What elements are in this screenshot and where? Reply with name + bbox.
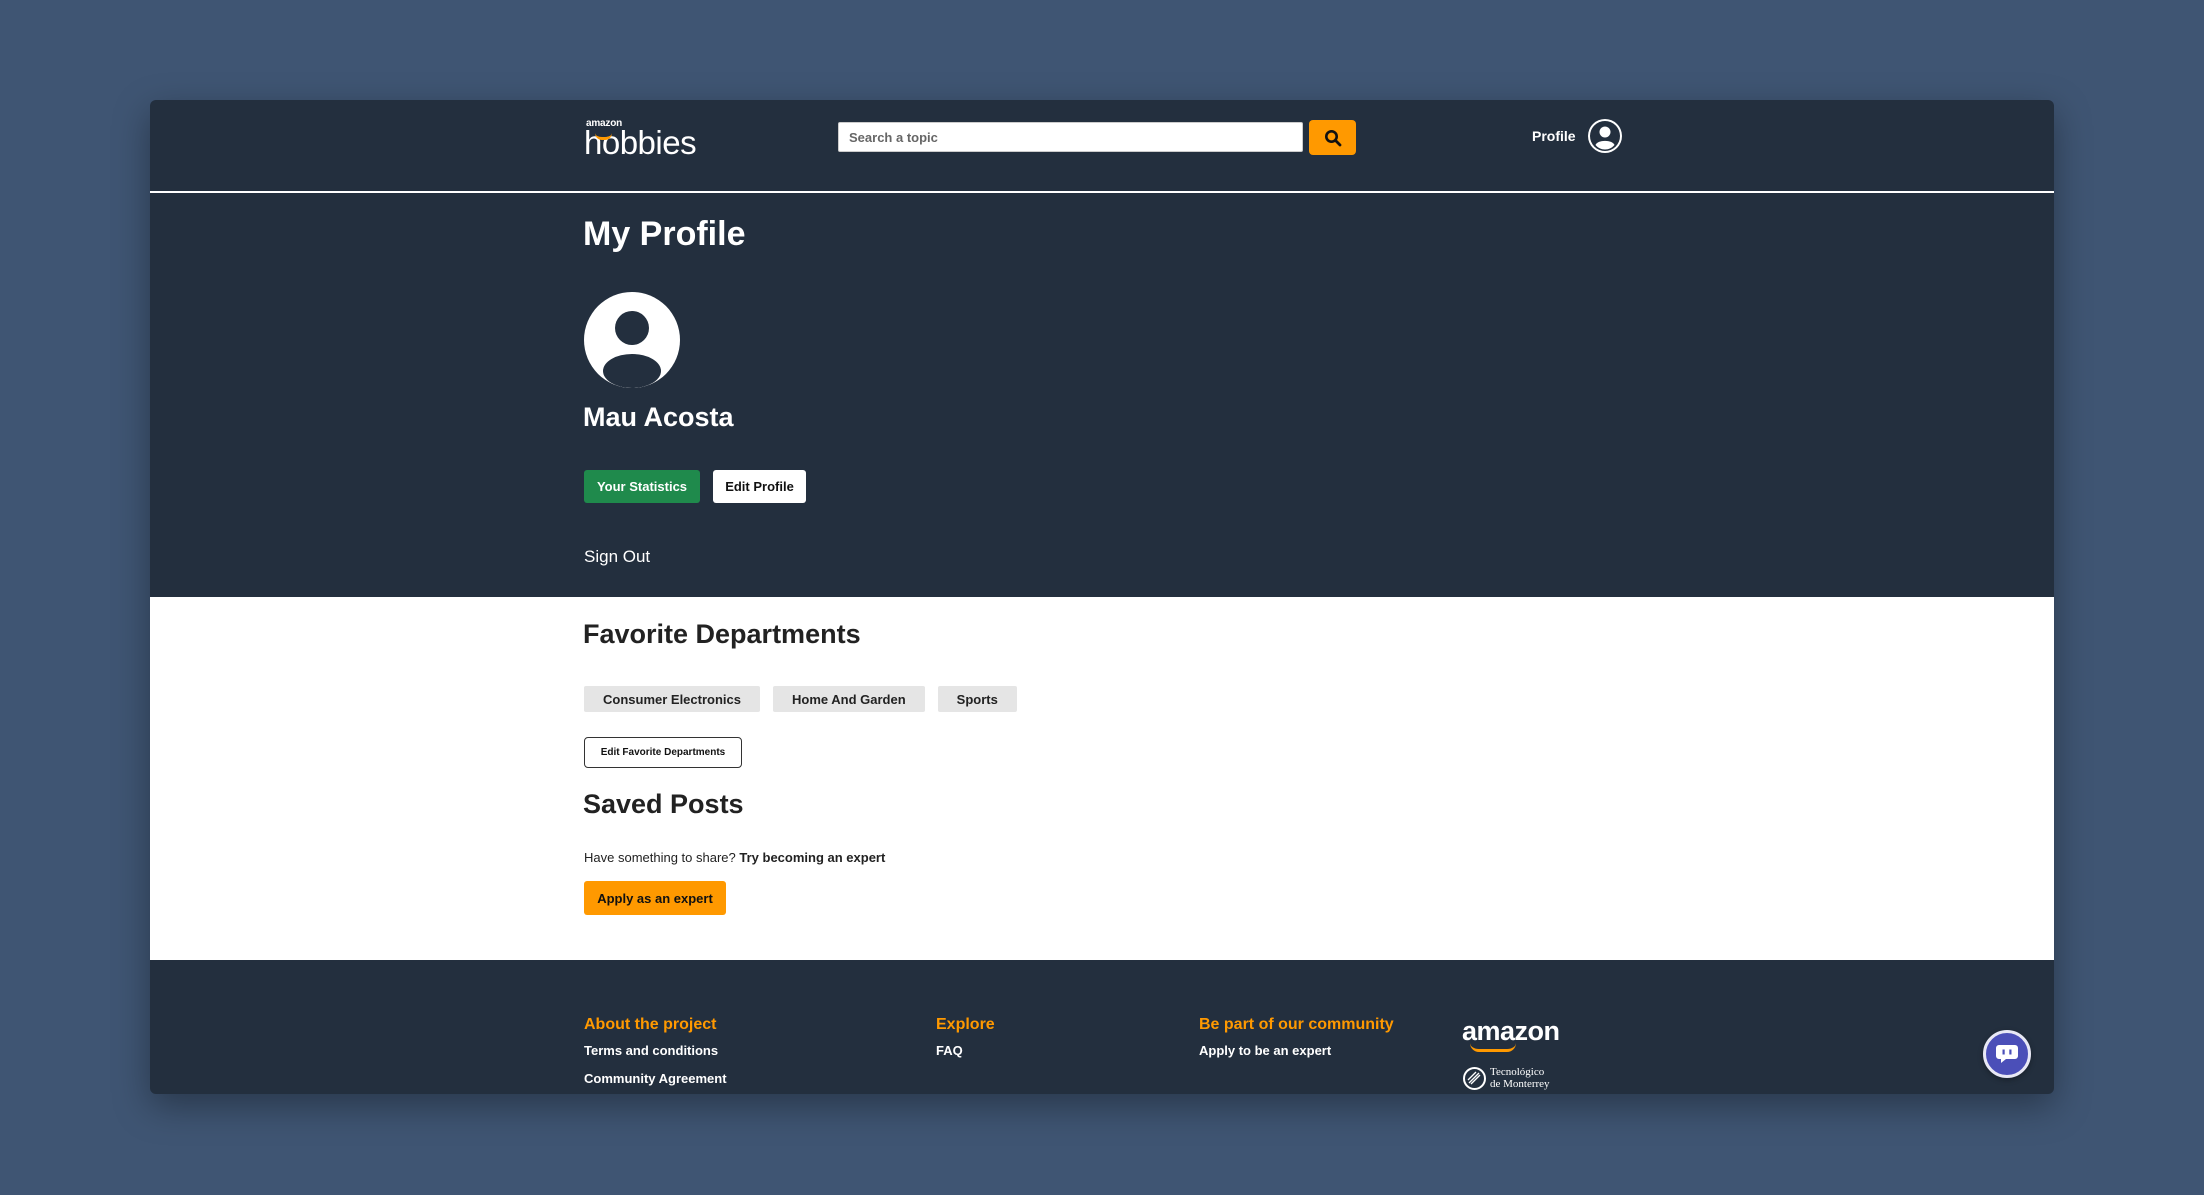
search-input[interactable] <box>838 122 1303 152</box>
your-statistics-button[interactable]: Your Statistics <box>584 470 700 503</box>
community-agreement-link[interactable]: Community Agreement <box>584 1071 727 1086</box>
footer-about-heading: About the project <box>584 1016 717 1033</box>
footer: About the project Terms and conditions C… <box>150 960 2054 1094</box>
search-button[interactable] <box>1309 120 1356 155</box>
sign-out-link[interactable]: Sign Out <box>584 547 650 567</box>
user-name: Mau Acosta <box>583 402 734 432</box>
edit-profile-button[interactable]: Edit Profile <box>713 470 806 503</box>
chat-button[interactable] <box>1983 1030 2031 1078</box>
avatar <box>584 292 680 388</box>
share-prompt-text: Have something to share? <box>584 850 736 865</box>
footer-explore-heading: Explore <box>936 1016 995 1033</box>
profile-label: Profile <box>1532 128 1576 144</box>
become-expert-link[interactable]: Try becoming an expert <box>739 850 885 865</box>
tec-text: Tecnológico de Monterrey <box>1490 1066 1550 1090</box>
user-silhouette-icon <box>603 311 661 388</box>
share-prompt: Have something to share? Try becoming an… <box>584 850 885 865</box>
tec-monterrey-logo: Tecnológico de Monterrey <box>1463 1066 1550 1090</box>
amazon-logo: amazon <box>1462 1016 1560 1052</box>
main-content: Favorite Departments Consumer Electronic… <box>150 597 2054 960</box>
amazon-logo-text: amazon <box>1462 1016 1560 1046</box>
search-icon <box>1324 129 1341 146</box>
apply-expert-footer-link[interactable]: Apply to be an expert <box>1199 1043 1394 1058</box>
amazon-hobbies-logo[interactable]: amazon hobbies <box>584 118 697 161</box>
top-navbar: amazon hobbies Profile <box>150 100 2054 193</box>
edit-favorite-departments-button[interactable]: Edit Favorite Departments <box>584 737 742 768</box>
saved-posts-title: Saved Posts <box>583 789 744 819</box>
footer-about-column: About the project Terms and conditions C… <box>584 1016 727 1094</box>
faq-link[interactable]: FAQ <box>936 1043 995 1058</box>
profile-menu-link[interactable]: Profile <box>1532 118 1622 154</box>
logo-big-text: hobbies <box>584 124 697 161</box>
footer-community-heading: Be part of our community <box>1199 1016 1394 1033</box>
footer-community-column: Be part of our community Apply to be an … <box>1199 1016 1394 1071</box>
apply-as-expert-button[interactable]: Apply as an expert <box>584 881 726 915</box>
tec-seal-icon <box>1463 1066 1486 1090</box>
tec-line-1: Tecnológico <box>1490 1066 1545 1078</box>
page-title: My Profile <box>583 215 746 253</box>
favorite-departments-title: Favorite Departments <box>583 619 861 649</box>
department-tags: Consumer Electronics Home And Garden Spo… <box>584 686 1017 712</box>
chat-bubble-icon <box>1996 1045 2018 1063</box>
terms-link[interactable]: Terms and conditions <box>584 1043 727 1058</box>
amazon-smile-icon <box>1470 1043 1516 1052</box>
tec-line-2: de Monterrey <box>1490 1078 1550 1090</box>
user-circle-icon <box>1587 119 1622 153</box>
department-tag[interactable]: Home And Garden <box>773 686 925 712</box>
department-tag[interactable]: Consumer Electronics <box>584 686 760 712</box>
footer-explore-column: Explore FAQ <box>936 1016 995 1071</box>
app-window: amazon hobbies Profile My Profile <box>150 100 2054 1094</box>
department-tag[interactable]: Sports <box>937 686 1017 712</box>
profile-section: My Profile Mau Acosta Your Statistics Ed… <box>150 195 2054 597</box>
